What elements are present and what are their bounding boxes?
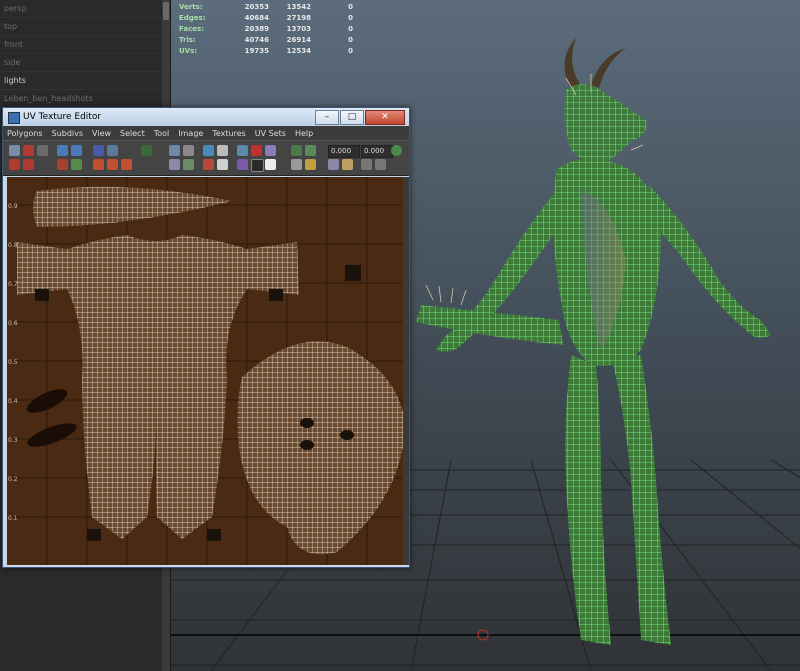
dim-image-icon[interactable]	[237, 145, 248, 156]
menu-item[interactable]: View	[92, 129, 111, 138]
flip-u-icon[interactable]	[23, 145, 34, 156]
snap-icon[interactable]	[169, 145, 180, 156]
minimize-button[interactable]: –	[315, 110, 339, 125]
uv-lattice-icon[interactable]	[305, 145, 316, 156]
uv-canvas[interactable]: 0.9 0.8 0.7 0.6 0.5 0.4 0.3 0.2 0.1	[7, 177, 407, 565]
move-uv-icon[interactable]	[9, 145, 20, 156]
pixel-snap-icon[interactable]	[291, 145, 302, 156]
axis-label: 0.9	[8, 203, 18, 210]
align-left-icon[interactable]	[93, 159, 104, 170]
axis-label: 0.1	[8, 515, 18, 522]
maya-app-icon	[8, 112, 20, 124]
scrollbar-thumb[interactable]	[163, 2, 169, 20]
rgb-icon[interactable]	[251, 159, 264, 172]
u-value-field[interactable]: 0.000	[328, 145, 360, 158]
axis-label: 0.3	[8, 437, 18, 444]
outliner-item[interactable]: Leben_ben_headshots	[0, 90, 170, 108]
grid-uv-icon[interactable]	[141, 145, 152, 156]
uv-vertical-scrollbar[interactable]	[403, 177, 409, 565]
checker-icon[interactable]	[217, 145, 228, 156]
menu-item[interactable]: Help	[295, 129, 313, 138]
close-button[interactable]: ✕	[365, 110, 405, 125]
select-border-icon[interactable]	[183, 159, 194, 170]
optimize-icon[interactable]	[305, 159, 316, 170]
flip-v-icon[interactable]	[37, 145, 48, 156]
refresh-icon[interactable]	[391, 145, 402, 156]
layout-uv-icon[interactable]	[93, 145, 104, 156]
filter-icon[interactable]	[265, 145, 276, 156]
channels-icon[interactable]	[237, 159, 248, 170]
uv-layout	[7, 177, 407, 565]
axis-label: 0.7	[8, 281, 18, 288]
uv-editor-titlebar[interactable]: UV Texture Editor – □ ✕	[3, 108, 409, 126]
axis-label: 0.2	[8, 476, 18, 483]
alpha-icon[interactable]	[265, 159, 276, 170]
menu-item[interactable]: Subdivs	[52, 129, 83, 138]
uv-texture-editor-window[interactable]: UV Texture Editor – □ ✕ Polygons Subdivs V…	[2, 107, 410, 568]
magnet-icon[interactable]	[251, 145, 262, 156]
align-right-icon[interactable]	[107, 159, 118, 170]
outliner-item[interactable]: lights	[0, 72, 170, 90]
align-top-icon[interactable]	[121, 159, 132, 170]
window-controls: – □ ✕	[315, 110, 405, 125]
outliner-item[interactable]: side	[0, 54, 170, 72]
menu-item[interactable]: Textures	[212, 129, 245, 138]
paste-uv-icon[interactable]	[342, 159, 353, 170]
menu-item[interactable]: Image	[178, 129, 203, 138]
axis-label: 0.8	[8, 242, 18, 249]
copy-uv-icon[interactable]	[328, 159, 339, 170]
maximize-button[interactable]: □	[340, 110, 364, 125]
axis-label: 0.4	[8, 398, 18, 405]
uv-editor-toolbar: 0.000 0.000	[3, 140, 409, 176]
image-display-icon[interactable]	[203, 145, 214, 156]
outliner-item[interactable]: top	[0, 18, 170, 36]
rotate-ccw-icon[interactable]	[23, 159, 34, 170]
uv-editor-title: UV Texture Editor	[23, 112, 102, 122]
uv-editor-menubar: Polygons Subdivs View Select Tool Image Textur…	[3, 126, 409, 140]
cut-uv-icon[interactable]	[57, 145, 68, 156]
isolate-icon[interactable]	[183, 145, 194, 156]
menu-item[interactable]: Polygons	[7, 129, 43, 138]
shade-uv-icon[interactable]	[203, 159, 214, 170]
menu-item[interactable]: UV Sets	[255, 129, 286, 138]
menu-item[interactable]: Tool	[154, 129, 170, 138]
sew-uv-icon[interactable]	[71, 145, 82, 156]
menu-item[interactable]: Select	[120, 129, 145, 138]
merge-uv-icon[interactable]	[71, 159, 82, 170]
outliner-item[interactable]: front	[0, 36, 170, 54]
select-shell-icon[interactable]	[169, 159, 180, 170]
axis-label: 0.6	[8, 320, 18, 327]
axis-label: 0.5	[8, 359, 18, 366]
outliner-item[interactable]: persp	[0, 0, 170, 18]
rotate-cw-icon[interactable]	[9, 159, 20, 170]
split-uv-icon[interactable]	[57, 159, 68, 170]
unfold-uv-icon[interactable]	[107, 145, 118, 156]
v-value-field[interactable]: 0.000	[361, 145, 393, 158]
smudge-icon[interactable]	[291, 159, 302, 170]
paste-v-icon[interactable]	[375, 159, 386, 170]
paste-u-icon[interactable]	[361, 159, 372, 170]
texture-border-icon[interactable]	[217, 159, 228, 170]
